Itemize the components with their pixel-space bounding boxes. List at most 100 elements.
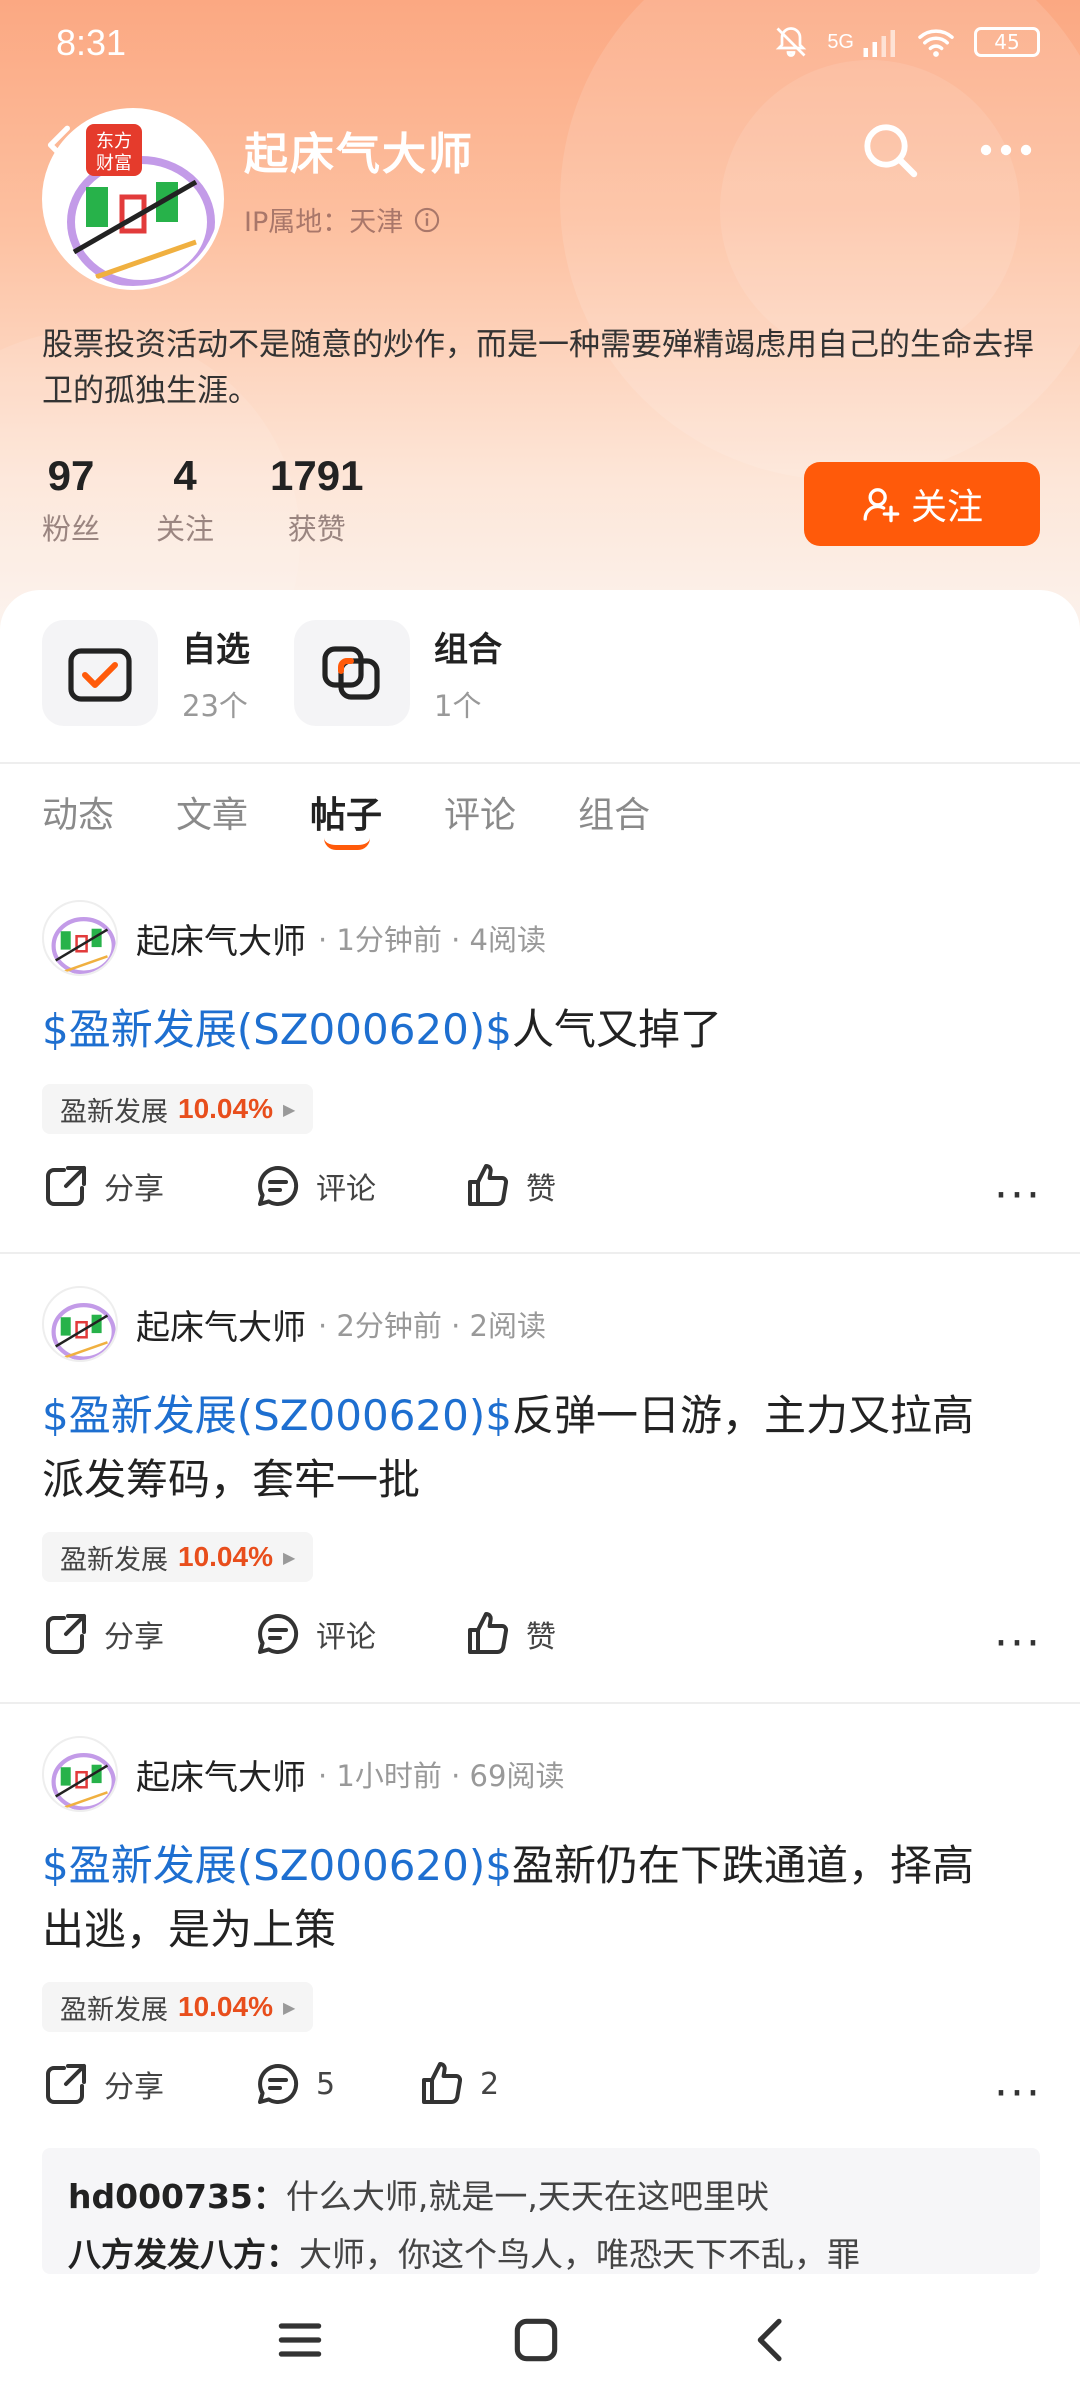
tab-activity[interactable]: 动态 (42, 786, 114, 838)
avatar-chart-icon: 东方 财富 (46, 112, 220, 286)
post-content[interactable]: $盈新发展(SZ000620)$人气又掉了 (42, 998, 1042, 1062)
post-content[interactable]: $盈新发展(SZ000620)$反弹一日游，主力又拉高 派发筹码，套牢一批 (42, 1384, 1042, 1512)
watchlist-entry[interactable]: 自选 23个 (42, 620, 250, 726)
stat-label: 关注 (156, 512, 215, 546)
share-button[interactable]: 分享 (42, 2060, 164, 2108)
divider (0, 762, 1080, 764)
post-text-line: 派发筹码，套牢一批 (42, 1455, 421, 1504)
post-text-line: 人气又掉了 (511, 1005, 722, 1054)
stat-number: 4 (173, 452, 197, 499)
stat-label: 获赞 (287, 512, 346, 546)
avatar-chart-icon (51, 917, 116, 974)
watchlist-count: 23个 (182, 688, 248, 723)
post-author[interactable]: 起床气大师 (136, 914, 306, 963)
like-button[interactable]: 2 (418, 2060, 499, 2108)
avatar-chart-icon (51, 1303, 116, 1360)
share-label: 分享 (104, 1620, 164, 1655)
profile-bio: 股票投资活动不是随意的炒作，而是一种需要殚精竭虑用自己的生命去捍卫的孤独生涯。 (42, 327, 1034, 409)
comment-count: 5 (316, 2066, 336, 2102)
home-icon[interactable] (508, 2312, 564, 2368)
battery-indicator: 45 (974, 27, 1040, 57)
tab-posts-label: 帖子 (310, 795, 383, 836)
like-label: 赞 (526, 1172, 556, 1207)
mute-icon (776, 27, 807, 57)
share-label: 分享 (104, 1172, 164, 1207)
comment-icon (258, 1165, 299, 1206)
comment-icon (258, 2063, 299, 2104)
comment-button[interactable]: 评论 (254, 1610, 376, 1658)
signal-icon (863, 30, 895, 57)
back-icon[interactable] (744, 2312, 800, 2368)
stat-label: 粉丝 (42, 512, 101, 546)
share-icon (46, 1166, 86, 1206)
post-text-line: 出逃，是为上策 (42, 1905, 337, 1954)
stock-tag-change: 10.04% (178, 1093, 273, 1124)
stat-number: 97 (47, 452, 95, 499)
status-bar: 8:31 5G 45 (0, 0, 1080, 90)
tab-articles[interactable]: 文章 (176, 786, 248, 838)
stat-followers[interactable]: 97 粉丝 (42, 452, 100, 548)
watchlist-title: 自选 (182, 629, 250, 670)
active-tab-indicator (324, 838, 371, 850)
thumbs-up-icon (468, 1612, 509, 1654)
share-icon (46, 1614, 86, 1654)
comment-button[interactable]: 5 (254, 2060, 335, 2108)
post-author[interactable]: 起床气大师 (136, 1300, 306, 1349)
stock-tag-change: 10.04% (178, 1991, 273, 2022)
like-button[interactable]: 赞 (464, 1610, 556, 1658)
stock-link[interactable]: $盈新发展(SZ000620)$ (42, 1005, 512, 1054)
portfolio-title: 组合 (434, 629, 502, 670)
svg-text:财富: 财富 (96, 153, 132, 174)
post-text-line: 盈新仍在下跌通道，择高 (511, 1841, 974, 1890)
tab-comments[interactable]: 评论 (444, 786, 516, 838)
post-meta: · 1分钟前 · 4阅读 (318, 923, 546, 957)
post-avatar[interactable] (42, 1286, 118, 1362)
stat-likes[interactable]: 1791 获赞 (270, 452, 363, 548)
like-button[interactable]: 赞 (464, 1162, 556, 1210)
stock-tag-name: 盈新发展 (60, 1994, 168, 2026)
search-icon[interactable] (858, 118, 922, 182)
wifi-icon (918, 29, 954, 57)
stat-following[interactable]: 4 关注 (156, 452, 214, 548)
post-content[interactable]: $盈新发展(SZ000620)$盈新仍在下跌通道，择高 出逃，是为上策 (42, 1834, 1042, 1962)
status-time: 8:31 (56, 22, 127, 63)
comment-user[interactable]: hd000735： (68, 2177, 286, 2216)
tab-portfolio[interactable]: 组合 (578, 786, 650, 838)
like-label: 赞 (526, 1620, 556, 1655)
stock-tag[interactable]: 盈新发展 10.04% ▶ (42, 1532, 314, 1582)
stock-link[interactable]: $盈新发展(SZ000620)$ (42, 1841, 512, 1890)
post-more-icon[interactable]: ··· (994, 1618, 1042, 1669)
comment-button[interactable]: 评论 (254, 1162, 376, 1210)
divider (0, 1702, 1080, 1704)
comment-text: 大师，你这个鸟人，唯恐天下不乱，罪 (299, 2235, 860, 2274)
share-button[interactable]: 分享 (42, 1610, 164, 1658)
more-options-icon[interactable] (976, 130, 1036, 170)
share-button[interactable]: 分享 (42, 1162, 164, 1210)
info-icon[interactable] (413, 206, 441, 234)
stock-tag[interactable]: 盈新发展 10.04% ▶ (42, 1982, 314, 2032)
portfolio-entry[interactable]: 组合 1个 (294, 620, 502, 726)
tab-posts[interactable]: 帖子 (310, 786, 383, 850)
profile-username: 起床气大师 (244, 129, 474, 180)
post-avatar[interactable] (42, 900, 118, 976)
post-avatar[interactable] (42, 1736, 118, 1812)
comment-item[interactable]: hd000735：什么大师,就是一,天天在这吧里吠 (68, 2168, 1014, 2226)
caret-right-icon: ▶ (282, 1547, 296, 1567)
post-more-icon[interactable]: ··· (994, 2068, 1042, 2119)
comment-item[interactable]: 八方发发八方：大师，你这个鸟人，唯恐天下不乱，罪 (68, 2226, 1014, 2274)
comment-text: 什么大师,就是一,天天在这吧里吠 (285, 2177, 769, 2216)
follow-button[interactable]: 关注 (804, 462, 1040, 546)
comment-preview[interactable]: hd000735：什么大师,就是一,天天在这吧里吠 八方发发八方：大师，你这个鸟… (42, 2148, 1040, 2274)
menu-icon[interactable] (272, 2312, 328, 2368)
comment-user[interactable]: 八方发发八方： (68, 2235, 299, 2274)
post-text-line: 反弹一日游，主力又拉高 (511, 1391, 974, 1440)
post-more-icon[interactable]: ··· (994, 1170, 1042, 1221)
post-meta: · 1小时前 · 69阅读 (318, 1759, 565, 1793)
stock-link[interactable]: $盈新发展(SZ000620)$ (42, 1391, 512, 1440)
avatar-badge-text: 东方 (96, 131, 132, 152)
profile-avatar[interactable]: 东方 财富 (42, 108, 224, 290)
post-author[interactable]: 起床气大师 (136, 1750, 306, 1799)
add-user-icon (863, 488, 900, 523)
follow-label: 关注 (910, 487, 983, 528)
stock-tag[interactable]: 盈新发展 10.04% ▶ (42, 1084, 314, 1134)
